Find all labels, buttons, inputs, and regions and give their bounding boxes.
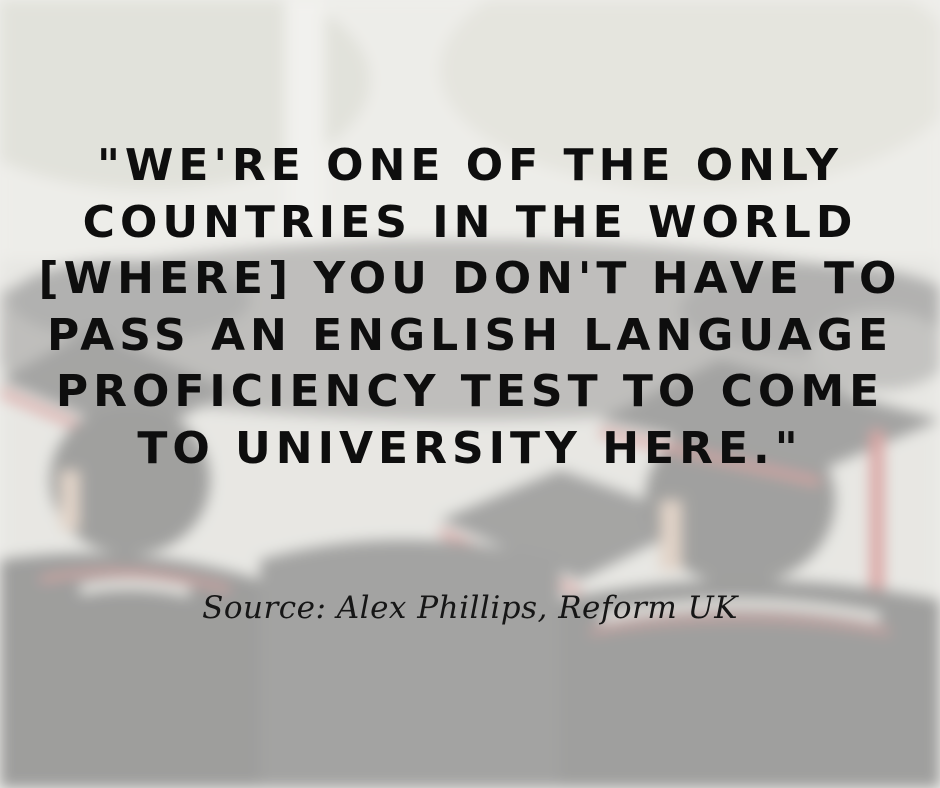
quote-card: "WE'RE ONE OF THE ONLY COUNTRIES IN THE …: [0, 0, 940, 788]
quote-line: PASS AN ENGLISH LANGUAGE: [46, 309, 894, 361]
quote-line: "WE'RE ONE OF THE ONLY: [96, 140, 844, 191]
quote-line: TO UNIVERSITY HERE.": [137, 422, 803, 474]
quote-line: PROFICIENCY TEST TO COME: [55, 366, 885, 417]
quote-line: COUNTRIES IN THE WORLD: [82, 196, 858, 248]
quote-text: "WE'RE ONE OF THE ONLY COUNTRIES IN THE …: [30, 138, 910, 477]
quote-line: [WHERE] YOU DON'T HAVE TO: [38, 253, 902, 304]
source-attribution: Source: Alex Phillips, Reform UK: [202, 590, 738, 626]
